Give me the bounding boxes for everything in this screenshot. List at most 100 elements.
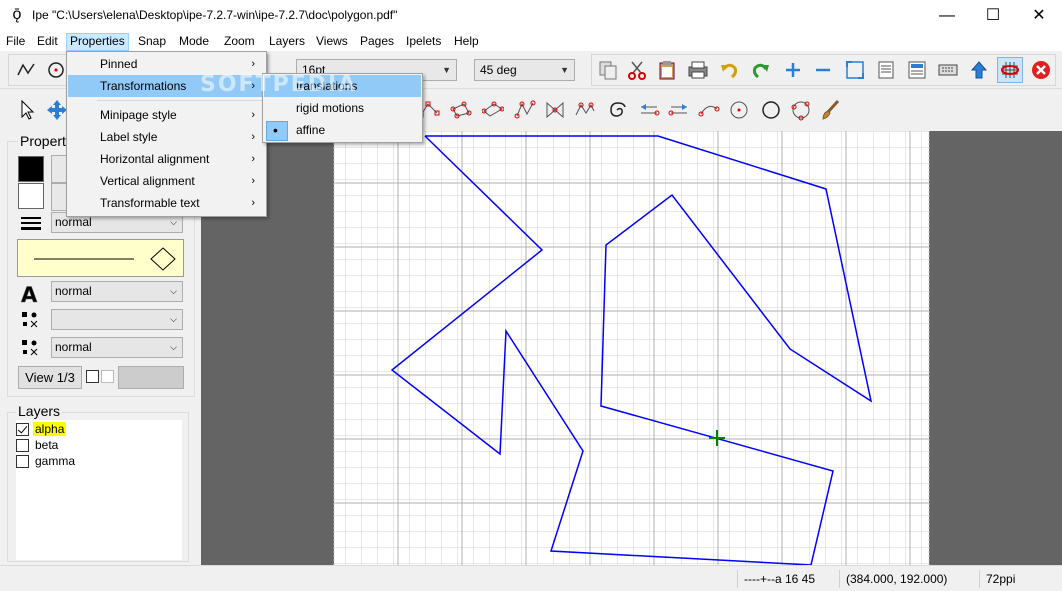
zoom-out-icon[interactable] <box>810 57 836 83</box>
menu-item-rigid-motions[interactable]: rigid motions <box>264 97 421 119</box>
layer-row-gamma[interactable]: gamma <box>16 453 77 469</box>
line-style-preview[interactable] <box>17 239 184 277</box>
menu-item-pinned-label: Pinned <box>100 57 138 71</box>
spiral-icon[interactable] <box>604 97 630 123</box>
title-bar: ǭ Ipe "C:\Users\elena\Desktop\ipe-7.2.7-… <box>0 0 1062 31</box>
stroke-color-swatch[interactable] <box>18 156 44 182</box>
menu-item-horizontal-alignment[interactable]: Horizontal alignment › <box>68 148 265 170</box>
menu-mode[interactable]: Mode <box>176 33 212 51</box>
menu-item-rigid-motions-label: rigid motions <box>296 101 365 115</box>
chevron-down-icon: ▼ <box>560 65 569 75</box>
menu-layers[interactable]: Layers <box>266 33 308 51</box>
zigzag-icon[interactable] <box>572 97 598 123</box>
mark-size-value: normal <box>55 340 92 354</box>
layer-checkbox-gamma[interactable] <box>16 454 29 468</box>
ipe-icon: ǭ <box>12 6 22 23</box>
ink-brush-icon[interactable] <box>818 97 844 123</box>
menu-item-transformable-text-label: Transformable text <box>100 196 200 210</box>
layer-label-gamma: gamma <box>35 454 76 468</box>
menu-pages[interactable]: Pages <box>357 33 397 51</box>
drawing-canvas[interactable] <box>201 131 1062 566</box>
layer-row-alpha[interactable]: alpha <box>16 421 67 437</box>
chevron-down-icon: ⌵ <box>170 286 177 296</box>
chevron-right-icon: › <box>251 109 255 121</box>
close-button[interactable]: ✕ <box>1016 0 1062 31</box>
fill-color-swatch[interactable] <box>18 183 44 209</box>
chevron-down-icon: ⌵ <box>170 314 177 324</box>
menu-snap[interactable]: Snap <box>135 33 169 51</box>
menu-views[interactable]: Views <box>313 33 351 51</box>
grid <box>334 131 929 565</box>
print-icon[interactable] <box>685 57 711 83</box>
chevron-right-icon: › <box>251 197 255 209</box>
view-checkbox-2[interactable] <box>101 370 114 383</box>
layer-label-beta: beta <box>35 438 59 452</box>
layer-list: alpha beta gamma <box>16 420 182 560</box>
chevron-down-icon: ▼ <box>442 65 451 75</box>
symbol-size-icon <box>21 311 39 329</box>
menu-zoom[interactable]: Zoom <box>221 33 258 51</box>
select-arrow-icon[interactable] <box>14 97 40 123</box>
menu-file[interactable]: File <box>3 33 28 51</box>
menu-item-minipage-style[interactable]: Minipage style › <box>68 104 265 126</box>
cut-icon[interactable] <box>624 57 650 83</box>
arc-icon[interactable] <box>512 97 538 123</box>
menu-edit[interactable]: Edit <box>34 33 61 51</box>
polygon-icon[interactable] <box>448 97 474 123</box>
grid-toggle-icon[interactable] <box>997 57 1023 83</box>
copy-icon[interactable] <box>595 57 621 83</box>
text-size-value: normal <box>55 284 92 298</box>
mark-size-select[interactable]: normal ⌵ <box>51 337 183 358</box>
view-checkbox-1[interactable] <box>86 370 99 383</box>
menu-item-label-style[interactable]: Label style › <box>68 126 265 148</box>
upload-arrow-icon[interactable] <box>966 57 992 83</box>
view-button[interactable]: View 1/3 <box>18 366 82 389</box>
circle-arc-icon[interactable] <box>696 97 722 123</box>
keyboard-icon[interactable] <box>935 57 961 83</box>
fit-width-icon[interactable] <box>873 57 899 83</box>
arrow-right-icon[interactable] <box>666 97 692 123</box>
menu-ipelets[interactable]: Ipelets <box>403 33 444 51</box>
layer-label-alpha: alpha <box>33 422 67 436</box>
menu-item-label-style-label: Label style <box>100 130 158 144</box>
edit-toolbar <box>591 54 1056 86</box>
pen-width-value: normal <box>55 215 92 229</box>
menu-item-minipage-style-label: Minipage style <box>100 108 177 122</box>
bowtie-icon[interactable] <box>542 97 568 123</box>
text-size-select[interactable]: normal ⌵ <box>51 281 183 302</box>
redo-icon[interactable] <box>748 57 774 83</box>
snap-vertex-icon[interactable] <box>13 57 39 83</box>
view-extra-button[interactable] <box>118 366 184 389</box>
pen-width-icon <box>20 215 42 231</box>
splines-icon[interactable] <box>480 97 506 123</box>
minimize-button[interactable]: — <box>924 0 970 31</box>
symbol-size-select-1[interactable]: ⌵ <box>51 309 183 330</box>
zoom-in-icon[interactable] <box>780 57 806 83</box>
layer-checkbox-beta[interactable] <box>16 438 29 452</box>
layer-row-beta[interactable]: beta <box>16 437 60 453</box>
undo-icon[interactable] <box>716 57 742 83</box>
menu-help[interactable]: Help <box>451 33 482 51</box>
layer-checkbox-alpha[interactable] <box>16 422 29 436</box>
angle-value: 45 deg <box>480 63 517 77</box>
menu-item-vertical-alignment[interactable]: Vertical alignment › <box>68 170 265 192</box>
circle-icon[interactable] <box>758 97 784 123</box>
angle-select[interactable]: 45 deg ▼ <box>474 59 575 81</box>
circle-center-icon[interactable] <box>726 97 752 123</box>
maximize-button[interactable]: ☐ <box>970 0 1016 31</box>
stop-icon[interactable] <box>1028 57 1054 83</box>
arrow-left-icon[interactable] <box>636 97 662 123</box>
menu-properties[interactable]: Properties <box>66 33 129 51</box>
fit-page-icon[interactable] <box>842 57 868 83</box>
menu-item-affine[interactable]: • affine <box>264 119 421 141</box>
menu-item-transformable-text[interactable]: Transformable text › <box>68 192 265 214</box>
circle-three-points-icon[interactable] <box>788 97 814 123</box>
chevron-down-icon: ⌵ <box>170 342 177 352</box>
status-bar: ----+--a 16 45 (384.000, 192.000) 72ppi <box>0 565 1062 591</box>
chevron-right-icon: › <box>251 153 255 165</box>
canvas-svg <box>333 131 930 566</box>
fit-objects-icon[interactable] <box>904 57 930 83</box>
paste-icon[interactable] <box>654 57 680 83</box>
text-size-icon: A <box>19 283 43 308</box>
snap-info: ----+--a 16 45 <box>737 570 837 588</box>
